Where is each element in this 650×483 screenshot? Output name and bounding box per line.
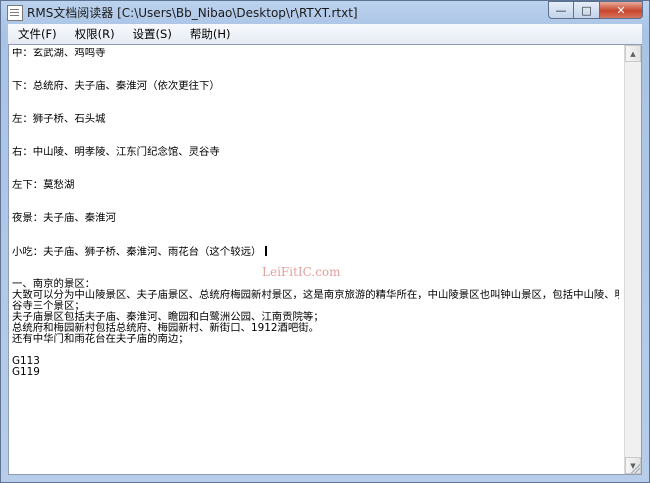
text-line <box>12 345 619 356</box>
scroll-up-button[interactable]: ▲ <box>625 45 641 62</box>
close-button[interactable]: ✕ <box>600 1 643 19</box>
text-line: 大致可以分为中山陵景区、夫子庙景区、总统府梅园新村景区，这是南京旅游的精华所在，… <box>12 289 619 301</box>
document-icon[interactable] <box>7 5 23 21</box>
text-line: G113 <box>12 355 40 367</box>
text-line <box>12 92 619 103</box>
text-line <box>12 158 619 169</box>
text-line: 右：中山陵、明孝陵、江东门纪念馆、灵谷寺 <box>12 146 220 158</box>
close-icon: ✕ <box>616 3 626 17</box>
text-line <box>12 125 619 136</box>
scroll-track[interactable] <box>625 62 641 457</box>
title-bar[interactable]: RMS文档阅读器 [C:\Users\Bb_Nibao\Desktop\r\RT… <box>1 1 649 23</box>
minimize-button[interactable]: — <box>548 1 574 19</box>
caption-buttons: — □ ✕ <box>548 1 643 19</box>
text-line: 还有中华门和雨花台在夫子庙的南边； <box>12 333 189 345</box>
menu-settings[interactable]: 设置(S) <box>125 24 180 44</box>
menu-bar: 文件(F) 权限(R) 设置(S) 帮助(H) <box>8 24 642 44</box>
text-line <box>12 191 619 202</box>
maximize-icon: □ <box>581 3 592 17</box>
arrow-up-icon: ▲ <box>630 49 636 58</box>
text-line: 左下：莫愁湖 <box>12 179 75 191</box>
text-line <box>12 235 619 246</box>
text-line: 夜景：夫子庙、秦淮河 <box>12 212 116 224</box>
menu-permissions[interactable]: 权限(R) <box>67 24 123 44</box>
text-line <box>12 169 619 180</box>
text-line: G119 <box>12 366 40 378</box>
watermark: LeiFitIC.com <box>262 265 341 279</box>
text-caret <box>265 246 268 256</box>
document-content[interactable]: 中：玄武湖、鸡鸣寺下：总统府、夫子庙、秦淮河（依次更往下） 左：狮子桥、石头城右：… <box>12 48 619 471</box>
minimize-icon: — <box>555 3 567 17</box>
app-window: RMS文档阅读器 [C:\Users\Bb_Nibao\Desktop\r\RT… <box>0 0 650 483</box>
text-line: 左：狮子桥、石头城 <box>12 113 106 125</box>
maximize-button[interactable]: □ <box>574 1 600 19</box>
resize-grip[interactable] <box>630 463 640 473</box>
text-line: 小吃：夫子庙、狮子桥、秦淮河、雨花台（这个较远） <box>12 246 619 258</box>
vertical-scrollbar[interactable]: ▲ ▼ <box>624 45 641 474</box>
menu-file[interactable]: 文件(F) <box>10 24 65 44</box>
text-line: 中：玄武湖、鸡鸣寺 <box>12 48 106 59</box>
text-editor[interactable]: 中：玄武湖、鸡鸣寺下：总统府、夫子庙、秦淮河（依次更往下） 左：狮子桥、石头城右：… <box>8 44 642 475</box>
menu-help[interactable]: 帮助(H) <box>182 24 239 44</box>
text-line <box>12 224 619 235</box>
text-line: 下：总统府、夫子庙、秦淮河（依次更往下） <box>12 80 220 92</box>
text-line <box>12 59 619 70</box>
window-title: RMS文档阅读器 [C:\Users\Bb_Nibao\Desktop\r\RT… <box>27 6 358 20</box>
